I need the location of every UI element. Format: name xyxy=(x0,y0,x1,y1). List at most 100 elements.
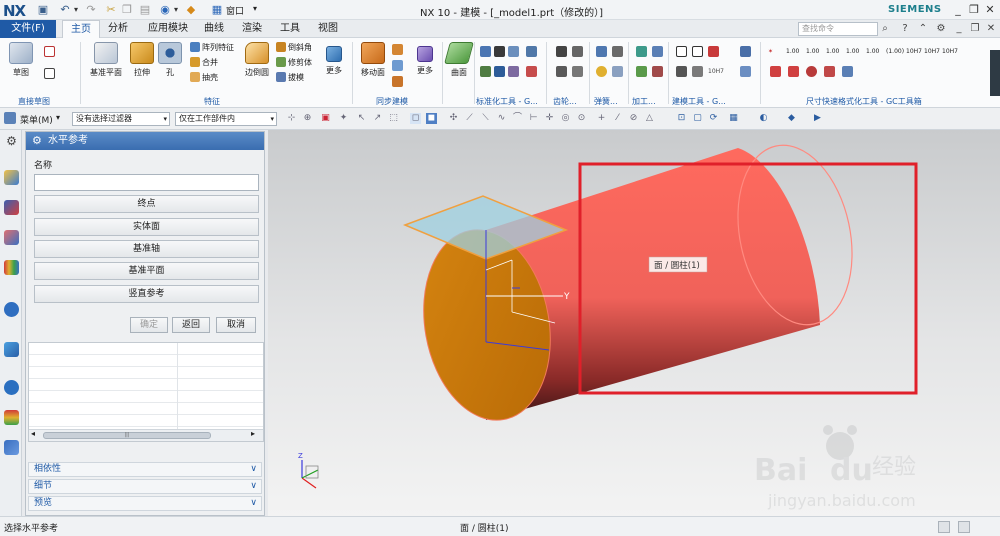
profile-icon[interactable] xyxy=(44,46,55,57)
list-item[interactable] xyxy=(29,391,263,403)
solid-face-button[interactable]: 实体面 xyxy=(34,218,259,236)
gc-tool-icon[interactable] xyxy=(526,46,537,57)
tab-analysis[interactable]: 分析 xyxy=(100,20,136,38)
gc-tool-icon[interactable] xyxy=(480,66,491,77)
scroll-right-icon[interactable]: ▸ xyxy=(251,429,255,438)
unite-button[interactable]: 合并 xyxy=(190,57,218,69)
dim-tool-icon[interactable] xyxy=(842,66,853,77)
dim-format-tag[interactable]: 10H7 xyxy=(942,46,958,58)
dim-format-tag[interactable]: 1.00 xyxy=(846,46,859,58)
snap-point-icon[interactable]: ⊘ xyxy=(628,113,639,124)
datum-plane-button[interactable]: 基准平面 xyxy=(86,42,126,78)
spring-tool-icon[interactable] xyxy=(612,66,623,77)
list-item[interactable] xyxy=(29,415,263,427)
redo-icon[interactable]: ↷ xyxy=(84,3,98,17)
modeling-tool-icon[interactable] xyxy=(740,46,751,57)
select-tool-icon[interactable]: ⬚ xyxy=(388,113,399,124)
gear-tool-icon[interactable] xyxy=(572,46,583,57)
restore-button[interactable]: ❐ xyxy=(966,2,982,18)
close-button[interactable]: ✕ xyxy=(982,2,998,18)
gc-tool-icon[interactable] xyxy=(494,46,505,57)
settings-gear-icon[interactable]: ⚙ xyxy=(934,22,948,36)
hole-button[interactable]: 孔 xyxy=(158,42,182,78)
window-icon[interactable]: ▦ xyxy=(210,3,224,17)
list-item[interactable] xyxy=(29,343,263,355)
select-tool-icon[interactable]: ↗ xyxy=(372,113,383,124)
endpoint-button[interactable]: 终点 xyxy=(34,195,259,213)
role-icon[interactable] xyxy=(4,440,19,455)
modeling-tool-icon[interactable] xyxy=(708,46,719,57)
modeling-tool-icon[interactable] xyxy=(676,46,687,57)
scroll-thumb[interactable]: ||| xyxy=(43,432,211,439)
extrude-button[interactable]: 拉伸 xyxy=(128,42,156,78)
gc-tool-icon[interactable] xyxy=(526,66,537,77)
list-item[interactable] xyxy=(29,355,263,367)
edge-blend-button[interactable]: 边倒圆 xyxy=(240,42,274,78)
gear-tool-icon[interactable] xyxy=(572,66,583,77)
list-item[interactable] xyxy=(29,379,263,391)
graphics-window[interactable]: Y 面 / 圆柱(1) Z Bai du 经验 jingyan.baidu.co… xyxy=(268,130,1000,516)
view-orient-icon[interactable]: ▦ xyxy=(728,113,739,124)
select-tool-icon[interactable]: ◼ xyxy=(426,113,437,124)
move-face-button[interactable]: 移动面 xyxy=(356,42,390,78)
select-tool-icon[interactable]: ⊹ xyxy=(286,113,297,124)
scroll-left-icon[interactable]: ◂ xyxy=(31,429,35,438)
tab-application[interactable]: 应用模块 xyxy=(140,20,196,38)
chamfer-button[interactable]: 倒斜角 xyxy=(276,42,312,54)
collapse-ribbon-icon[interactable]: ⌃ xyxy=(916,22,930,36)
select-tool-icon[interactable]: ▣ xyxy=(320,113,331,124)
sync-tool-icon[interactable] xyxy=(392,60,403,71)
menu-icon[interactable] xyxy=(4,112,16,124)
snap-point-icon[interactable]: + xyxy=(596,113,607,124)
section-details[interactable]: 细节 ∨ xyxy=(28,479,262,494)
cancel-button[interactable]: 取消 xyxy=(216,317,256,333)
machining-tool-icon[interactable] xyxy=(652,66,663,77)
gc-tool-icon[interactable] xyxy=(508,66,519,77)
snap-point-icon[interactable]: ◎ xyxy=(560,113,571,124)
list-item[interactable] xyxy=(29,367,263,379)
sync-tool-icon[interactable] xyxy=(392,76,403,87)
copy-icon[interactable]: ❐ xyxy=(120,3,134,17)
part-navigator-icon[interactable] xyxy=(4,170,19,185)
save-icon[interactable]: ▣ xyxy=(36,3,50,17)
snap-point-icon[interactable]: △ xyxy=(644,113,655,124)
modeling-tool-tag[interactable]: 10H7 xyxy=(708,66,724,78)
command-search-input[interactable]: 查找命令 xyxy=(798,22,878,36)
doc-close-button[interactable]: ✕ xyxy=(984,22,998,36)
trim-body-button[interactable]: 修剪体 xyxy=(276,57,312,69)
tab-tools[interactable]: 工具 xyxy=(272,20,308,38)
menu-button[interactable]: 菜单(M) xyxy=(20,113,53,126)
render-style-icon[interactable]: ◐ xyxy=(758,113,769,124)
datum-axis-button[interactable]: 基准轴 xyxy=(34,240,259,258)
section-dependency[interactable]: 相依性 ∨ xyxy=(28,462,262,477)
dim-format-tag[interactable]: 1.00 xyxy=(826,46,839,58)
modeling-tool-icon[interactable] xyxy=(740,66,751,77)
gc-tool-icon[interactable] xyxy=(508,46,519,57)
rotate-view-icon[interactable]: ⟳ xyxy=(708,113,719,124)
render-style-icon[interactable]: ▶ xyxy=(812,113,823,124)
reuse-library-icon[interactable] xyxy=(4,260,19,275)
section-preview[interactable]: 预览 ∨ xyxy=(28,496,262,511)
rectangle-icon[interactable] xyxy=(44,68,55,79)
web-browser-icon[interactable] xyxy=(4,302,19,317)
shell-button[interactable]: 抽壳 xyxy=(190,72,218,84)
dim-format-tag[interactable]: 10H7 xyxy=(924,46,940,58)
status-icon[interactable] xyxy=(958,521,970,533)
palette-icon[interactable] xyxy=(4,410,19,425)
tab-view[interactable]: 视图 xyxy=(310,20,346,38)
snap-point-icon[interactable]: ✛ xyxy=(544,113,555,124)
select-tool-icon[interactable]: ↖ xyxy=(356,113,367,124)
snap-point-icon[interactable]: ⟋ xyxy=(464,113,475,124)
cut-icon[interactable]: ✂ xyxy=(104,3,118,17)
modeling-tool-icon[interactable] xyxy=(692,46,703,57)
search-icon[interactable]: ⌕ xyxy=(878,22,892,36)
window-menu[interactable]: 窗口 xyxy=(226,4,244,17)
machining-tool-icon[interactable] xyxy=(652,46,663,57)
undo-dropdown-icon[interactable]: ▾ xyxy=(72,3,80,17)
sync-more-button[interactable]: 更多 xyxy=(410,42,440,76)
reference-list[interactable]: ◂ ||| ▸ xyxy=(28,342,264,442)
help-icon[interactable]: ? xyxy=(898,22,912,36)
window-menu-dropdown-icon[interactable]: ▾ xyxy=(253,4,257,13)
undo-icon[interactable]: ↶ xyxy=(58,3,72,17)
model-viewport[interactable]: Y 面 / 圆柱(1) Z Bai du 经验 jingyan.baidu.co… xyxy=(268,130,1000,516)
